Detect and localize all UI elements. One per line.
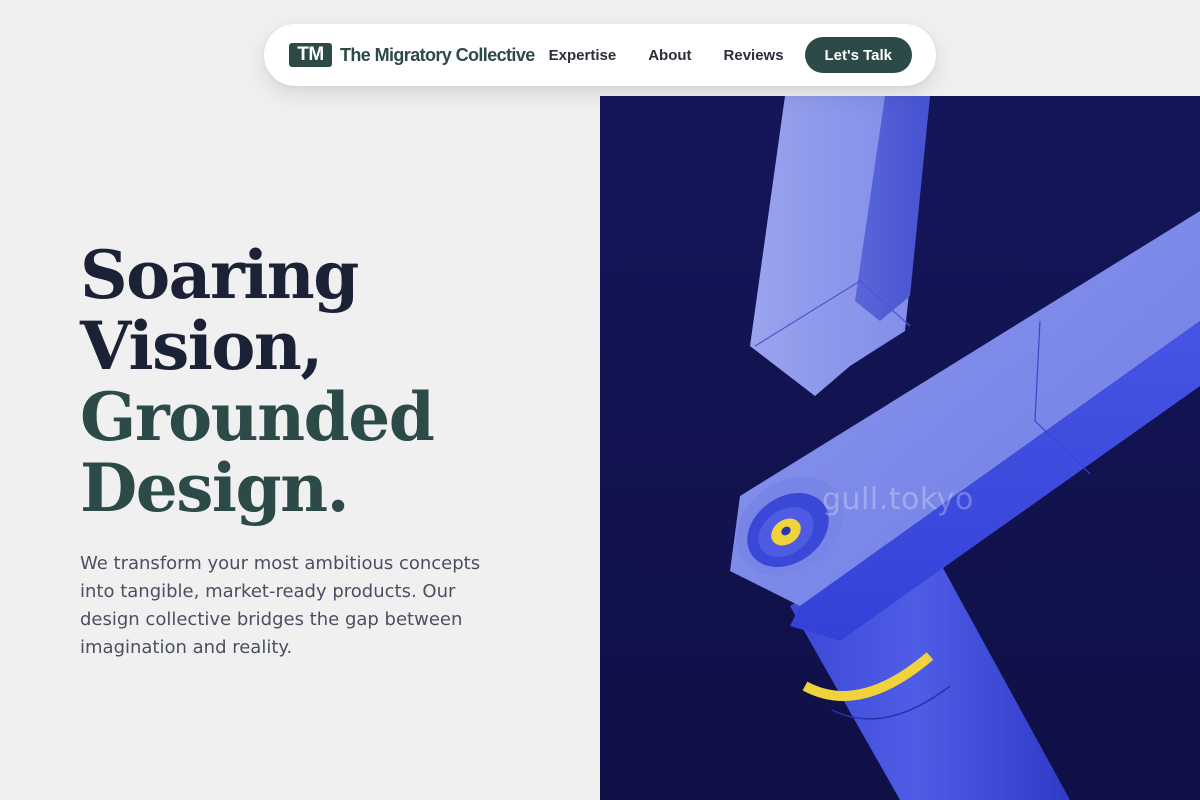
hero-title: Soaring Vision, Grounded Design. — [80, 236, 435, 527]
brand-logo-link[interactable]: TM The Migratory Collective — [289, 43, 535, 67]
watermark-text: gull.tokyo — [822, 482, 974, 517]
nav-link-about[interactable]: About — [648, 47, 691, 64]
logo-mark: TM — [289, 43, 332, 67]
nav-link-reviews[interactable]: Reviews — [724, 47, 784, 64]
nav-link-expertise[interactable]: Expertise — [549, 47, 617, 64]
hero-image: gull.tokyo — [600, 96, 1200, 800]
hero-title-line-2: Vision, — [80, 307, 323, 385]
hero-title-line-1: Soaring — [80, 236, 359, 314]
robotic-arm-illustration — [600, 96, 1200, 800]
top-navigation: TM The Migratory Collective Expertise Ab… — [264, 24, 936, 86]
hero-title-line-3: Grounded — [80, 378, 435, 456]
lets-talk-button[interactable]: Let's Talk — [804, 37, 912, 73]
hero-title-line-4: Design. — [80, 449, 350, 527]
hero-subtitle: We transform your most ambitious concept… — [80, 553, 481, 658]
brand-name: The Migratory Collective — [340, 44, 535, 65]
nav-links: Expertise About Reviews — [549, 47, 784, 64]
